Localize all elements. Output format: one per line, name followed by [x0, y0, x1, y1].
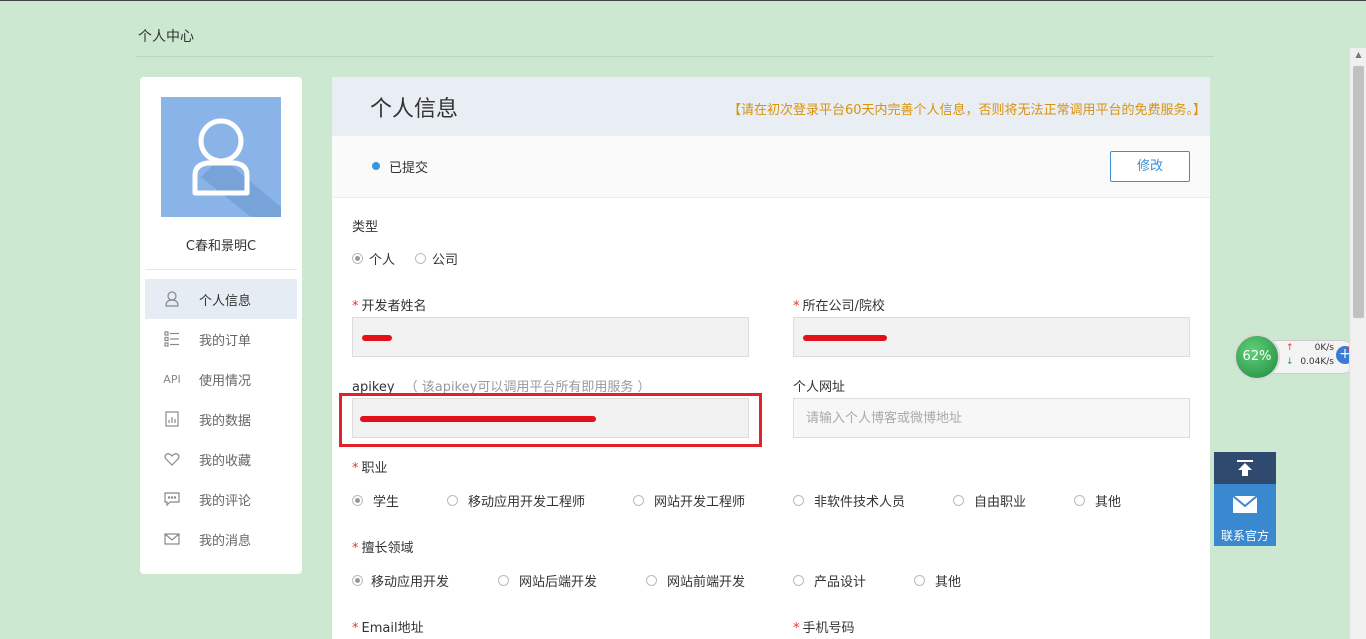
occupation-radio-web-dev[interactable]: 网站开发工程师 — [633, 491, 793, 510]
sidebar: C春和景明C 个人信息 我的订单 API 使用情况 我的数据 我的收藏 我的评论… — [140, 77, 302, 574]
expertise-radio-mobile[interactable]: 移动应用开发 — [352, 571, 498, 590]
breadcrumb-divider — [136, 56, 1214, 57]
api-icon: API — [163, 372, 181, 386]
radio-icon — [633, 495, 644, 506]
page-scrollbar[interactable]: ▲ — [1349, 48, 1366, 639]
expertise-label: * 擅长领域 — [352, 541, 414, 556]
upload-speed: 0K/s — [1314, 343, 1334, 353]
sidebar-item-label: 我的收藏 — [199, 453, 252, 469]
scrollbar-thumb[interactable] — [1353, 66, 1364, 318]
email-label: * Email地址 — [352, 621, 424, 636]
back-to-top-button[interactable] — [1214, 452, 1276, 484]
occupation-label: * 职业 — [352, 461, 388, 476]
sidebar-item-label: 我的评论 — [199, 493, 252, 509]
sidebar-item-comments[interactable]: 我的评论 — [145, 479, 297, 519]
contact-label: 联系官方 — [1220, 529, 1269, 543]
sidebar-item-label: 我的数据 — [199, 413, 252, 429]
type-radio-personal[interactable]: 个人 — [352, 249, 395, 268]
sidebar-item-favorites[interactable]: 我的收藏 — [145, 439, 297, 479]
sidebar-divider — [145, 269, 297, 270]
top-border — [0, 0, 1366, 1]
radio-icon — [1074, 495, 1085, 506]
notice-text: 【请在初次登录平台60天内完善个人信息，否则将无法正常调用平台的免费服务。】 — [727, 103, 1206, 118]
profile-panel: 个人信息 【请在初次登录平台60天内完善个人信息，否则将无法正常调用平台的免费服… — [332, 77, 1210, 639]
user-icon — [163, 290, 181, 308]
occupation-radio-student[interactable]: 学生 — [352, 491, 447, 510]
sidebar-item-label: 个人信息 — [199, 293, 252, 309]
network-monitor-widget[interactable]: 62% ↑ 0K/s ↓ 0.04K/s + — [1234, 334, 1360, 380]
expertise-radio-product[interactable]: 产品设计 — [793, 571, 914, 590]
sidebar-item-usage[interactable]: API 使用情况 — [145, 359, 297, 399]
user-avatar-icon — [192, 118, 281, 217]
mail-icon — [1232, 495, 1258, 513]
radio-icon — [646, 575, 657, 586]
avatar[interactable] — [161, 97, 281, 217]
radio-icon — [498, 575, 509, 586]
developer-name-field[interactable] — [352, 317, 749, 357]
sidebar-item-orders[interactable]: 我的订单 — [145, 319, 297, 359]
sidebar-item-label: 使用情况 — [199, 373, 252, 389]
type-radio-company[interactable]: 公司 — [415, 249, 458, 268]
occupation-radio-mobile-dev[interactable]: 移动应用开发工程师 — [447, 491, 633, 510]
website-input[interactable] — [793, 398, 1190, 438]
status-dot-icon — [372, 162, 380, 170]
apikey-highlight-box — [339, 393, 762, 447]
redaction-mark — [362, 335, 392, 341]
sidebar-menu: 个人信息 我的订单 API 使用情况 我的数据 我的收藏 我的评论 我的消息 — [145, 279, 297, 559]
contact-official-button[interactable]: 联系官方 — [1214, 484, 1276, 546]
mail-icon — [163, 530, 181, 548]
sidebar-item-profile[interactable]: 个人信息 — [145, 279, 297, 319]
website-label: 个人网址 — [793, 380, 846, 395]
radio-icon — [914, 575, 925, 586]
type-label: 类型 — [352, 220, 379, 235]
panel-header: 个人信息 【请在初次登录平台60天内完善个人信息，否则将无法正常调用平台的免费服… — [332, 77, 1210, 136]
comment-icon — [163, 490, 181, 508]
company-label: * 所在公司/院校 — [793, 299, 885, 314]
data-icon — [163, 410, 181, 428]
expertise-radio-other[interactable]: 其他 — [914, 571, 961, 590]
network-percent: 62% — [1234, 334, 1280, 380]
list-icon — [163, 330, 181, 348]
radio-icon — [415, 253, 427, 264]
sidebar-item-label: 我的订单 — [199, 333, 252, 349]
expertise-radio-frontend[interactable]: 网站前端开发 — [646, 571, 793, 590]
status-row: 已提交 修改 — [332, 136, 1210, 198]
breadcrumb: 个人中心 — [138, 29, 194, 45]
redaction-mark — [803, 335, 887, 341]
expertise-radio-group: 移动应用开发 网站后端开发 网站前端开发 产品设计 其他 — [352, 571, 961, 590]
sidebar-item-data[interactable]: 我的数据 — [145, 399, 297, 439]
occupation-radio-other[interactable]: 其他 — [1074, 491, 1121, 510]
edit-button[interactable]: 修改 — [1110, 151, 1190, 182]
expertise-radio-backend[interactable]: 网站后端开发 — [498, 571, 646, 590]
radio-checked-icon — [352, 253, 363, 264]
radio-checked-icon — [352, 495, 363, 506]
sidebar-item-label: 我的消息 — [199, 533, 252, 549]
arrow-up-icon — [1237, 460, 1253, 476]
occupation-radio-group: 学生 移动应用开发工程师 网站开发工程师 非软件技术人员 自由职业 其他 — [352, 491, 1121, 510]
status-badge: 已提交 — [389, 161, 429, 176]
radio-checked-icon — [352, 575, 363, 586]
page-title: 个人信息 — [370, 97, 459, 122]
download-speed: 0.04K/s — [1300, 357, 1334, 367]
radio-icon — [953, 495, 964, 506]
developer-name-label: * 开发者姓名 — [352, 299, 427, 314]
occupation-radio-freelance[interactable]: 自由职业 — [953, 491, 1074, 510]
heart-icon — [163, 450, 181, 468]
radio-icon — [793, 575, 804, 586]
radio-icon — [793, 495, 804, 506]
phone-label: * 手机号码 — [793, 621, 855, 636]
occupation-radio-non-tech[interactable]: 非软件技术人员 — [793, 491, 953, 510]
radio-icon — [447, 495, 458, 506]
username: C春和景明C — [185, 239, 257, 254]
type-radio-group: 个人 公司 — [352, 249, 458, 268]
scroll-up-icon[interactable]: ▲ — [1350, 48, 1366, 62]
sidebar-item-messages[interactable]: 我的消息 — [145, 519, 297, 559]
